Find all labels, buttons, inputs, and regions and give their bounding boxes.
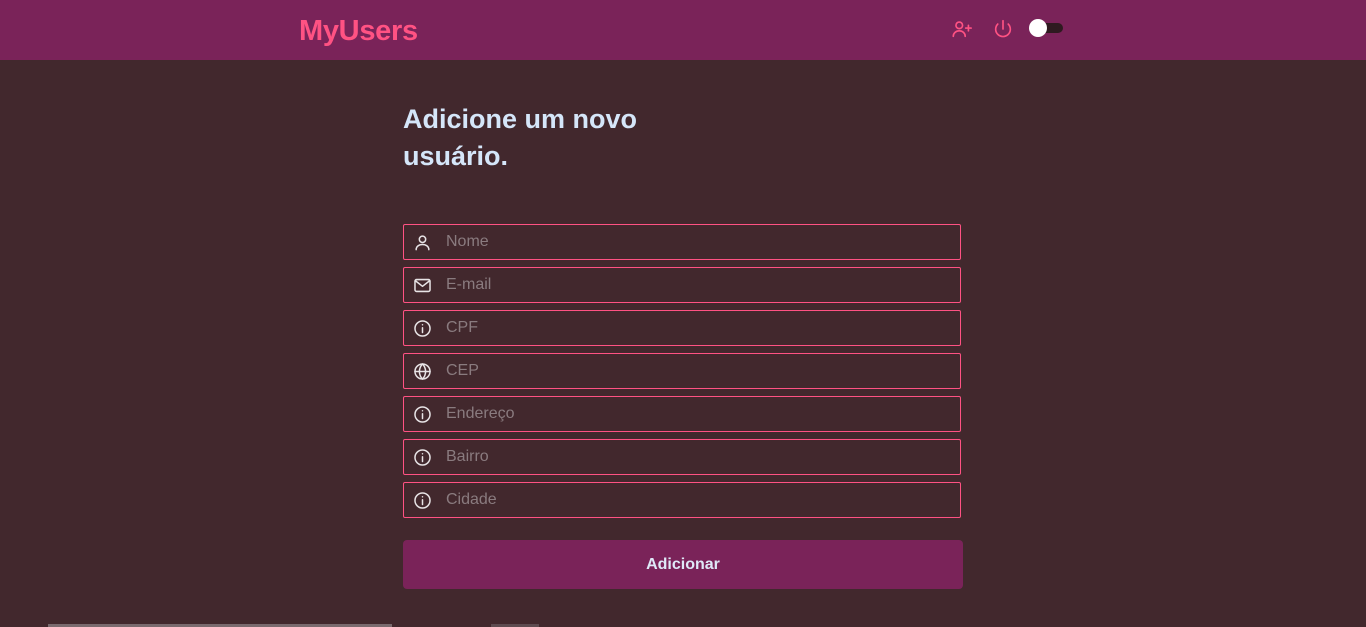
toggle-knob (1029, 19, 1047, 37)
info-icon (413, 319, 432, 338)
user-plus-icon (952, 21, 972, 38)
cep-input[interactable] (446, 354, 946, 388)
theme-toggle[interactable] (1028, 18, 1064, 38)
add-button[interactable]: Adicionar (403, 540, 963, 589)
address-input[interactable] (446, 397, 946, 431)
logout-button[interactable] (992, 18, 1014, 40)
user-icon (413, 233, 432, 252)
brand-logo[interactable]: MyUsers (299, 13, 418, 49)
neighborhood-field[interactable] (403, 439, 961, 475)
globe-icon (413, 362, 432, 381)
address-field[interactable] (403, 396, 961, 432)
info-icon (413, 448, 432, 467)
top-navbar: MyUsers (0, 0, 1366, 60)
mail-icon (413, 276, 432, 295)
name-input[interactable] (446, 225, 946, 259)
cpf-input[interactable] (446, 311, 946, 345)
neighborhood-input[interactable] (446, 440, 946, 474)
city-field[interactable] (403, 482, 961, 518)
name-field[interactable] (403, 224, 961, 260)
power-icon (994, 19, 1012, 38)
email-field[interactable] (403, 267, 961, 303)
cep-field[interactable] (403, 353, 961, 389)
info-icon (413, 491, 432, 510)
info-icon (413, 405, 432, 424)
email-input[interactable] (446, 268, 946, 302)
cpf-field[interactable] (403, 310, 961, 346)
city-input[interactable] (446, 483, 946, 517)
add-user-button[interactable] (951, 18, 973, 40)
page-title: Adicione um novo usuário. (403, 104, 638, 171)
